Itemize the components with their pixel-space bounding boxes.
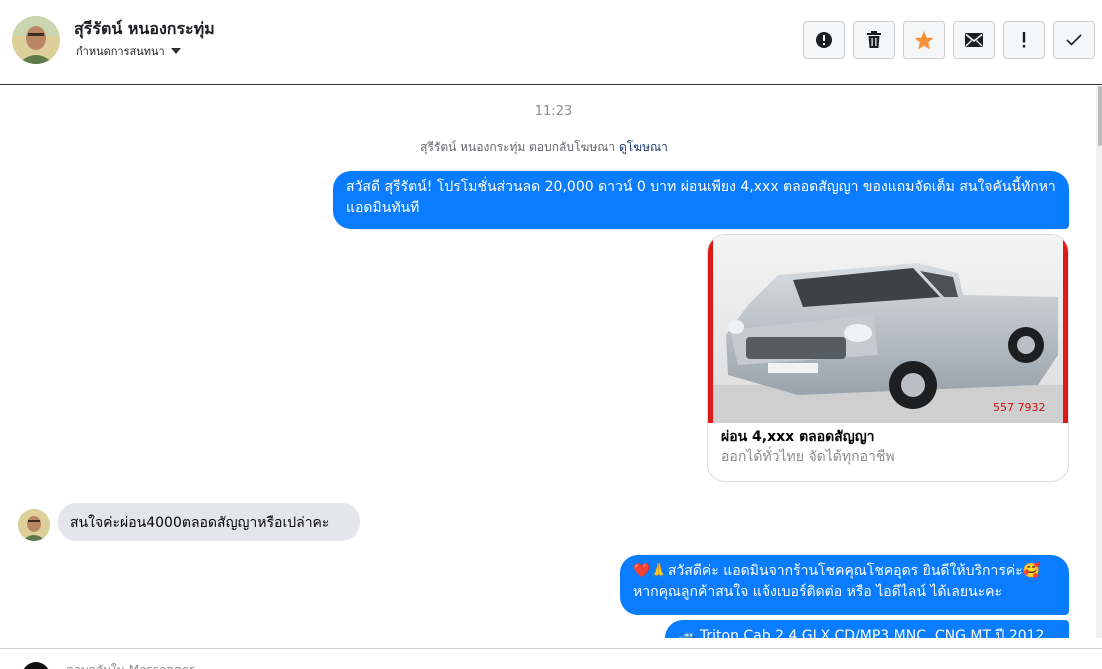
conversation-header: สุรีรัตน์ หนองกระทุ่ม กำหนดการสนทนา bbox=[0, 0, 1102, 85]
caret-down-icon bbox=[170, 48, 181, 54]
ad-card[interactable]: 557 7932 ผ่อน 4,xxx ตลอดสัญญา ออกได้ทั่ว… bbox=[707, 234, 1069, 482]
message-line: หากคุณลูกค้าสนใจ แจ้งเบอร์ติดต่อ หรือ ไอ… bbox=[633, 584, 1003, 600]
pickup-truck-image: 557 7932 bbox=[708, 235, 1068, 423]
reply-input[interactable]: ตอบกลับใน Messenger... bbox=[66, 661, 204, 669]
view-ad-link[interactable]: ดูโฆษณา bbox=[619, 140, 668, 154]
message-thread[interactable]: 11:23 สุรีรัตน์ หนองกระทุ่ม ตอบกลับโฆษณา… bbox=[0, 86, 1102, 638]
reply-composer[interactable]: ตอบกลับใน Messenger... bbox=[0, 648, 1102, 669]
message-line: 🚙 Triton Cab 2.4 GLX CD/MP3 MNC, CNG MT … bbox=[678, 628, 1045, 638]
exclamation-icon bbox=[1022, 32, 1026, 48]
ad-card-title: ผ่อน 4,xxx ตลอดสัญญา bbox=[721, 429, 875, 445]
outgoing-message: สวัสดี สุรีรัตน์! โปรโมชั่นส่วนลด 20,000… bbox=[333, 171, 1069, 229]
message-timestamp: 11:23 bbox=[534, 104, 573, 119]
ad-reply-text: สุรีรัตน์ หนองกระทุ่ม ตอบกลับโฆษณา bbox=[420, 140, 616, 154]
plate-number-text: 557 7932 bbox=[993, 401, 1046, 414]
assign-conversation-dropdown[interactable]: กำหนดการสนทนา bbox=[76, 42, 181, 60]
alert-circle-icon bbox=[816, 32, 832, 48]
thread-scroll-thumb[interactable] bbox=[1098, 86, 1102, 146]
message-line: ❤️🙏สวัสดีค่ะ แอดมินจากร้านโชคคุณโชคอุดร … bbox=[633, 563, 1041, 579]
important-button[interactable] bbox=[1003, 21, 1045, 59]
inbox-conversation: สุรีรัตน์ หนองกระทุ่ม กำหนดการสนทนา 11:2… bbox=[0, 0, 1102, 669]
assign-label: กำหนดการสนทนา bbox=[76, 45, 165, 58]
star-button[interactable] bbox=[903, 21, 945, 59]
spam-button[interactable] bbox=[803, 21, 845, 59]
checkmark-icon bbox=[1066, 34, 1082, 46]
outgoing-message: ❤️🙏สวัสดีค่ะ แอดมินจากร้านโชคคุณโชคอุดร … bbox=[620, 555, 1069, 615]
star-icon bbox=[914, 30, 934, 49]
page-avatar-icon bbox=[22, 662, 50, 669]
contact-avatar-small bbox=[18, 509, 50, 541]
incoming-message: สนใจค่ะผ่อน4000ตลอดสัญญาหรือเปล่าคะ bbox=[58, 503, 360, 541]
mark-unread-button[interactable] bbox=[953, 21, 995, 59]
outgoing-message: 🚙 Triton Cab 2.4 GLX CD/MP3 MNC, CNG MT … bbox=[665, 620, 1069, 638]
thread-scrollbar[interactable] bbox=[1096, 86, 1102, 638]
ad-card-subtitle: ออกได้ทั่วไทย จัดได้ทุกอาชีพ bbox=[721, 449, 895, 465]
envelope-icon bbox=[965, 33, 983, 47]
contact-name[interactable]: สุรีรัตน์ หนองกระทุ่ม bbox=[74, 17, 215, 42]
contact-avatar[interactable] bbox=[12, 16, 60, 64]
ad-reply-notice: สุรีรัตน์ หนองกระทุ่ม ตอบกลับโฆษณา ดูโฆษ… bbox=[0, 138, 1088, 157]
trash-icon bbox=[867, 31, 881, 48]
delete-button[interactable] bbox=[853, 21, 895, 59]
conversation-actions bbox=[803, 21, 1095, 59]
done-button[interactable] bbox=[1053, 21, 1095, 59]
